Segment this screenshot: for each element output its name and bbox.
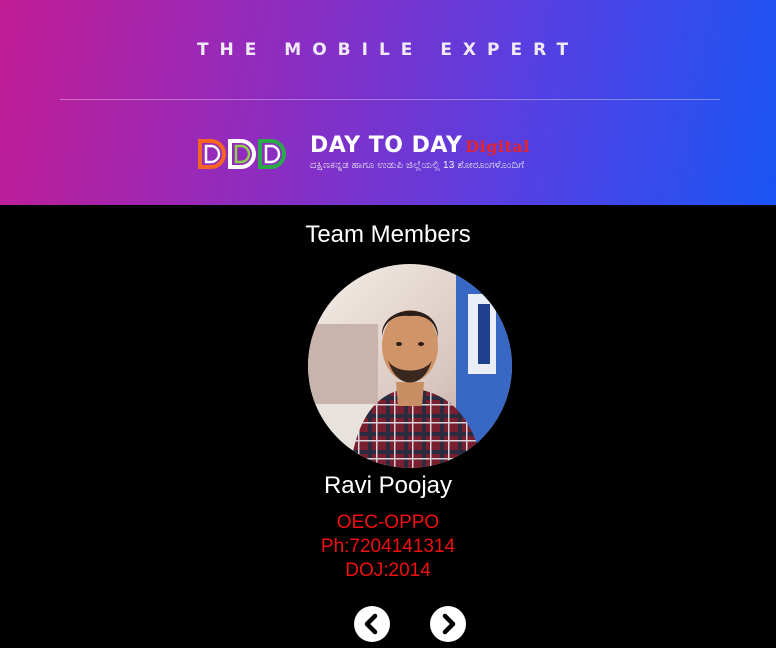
logo-mark-icon bbox=[198, 139, 286, 169]
tagline: THE MOBILE EXPERT bbox=[196, 40, 580, 60]
member-phone: Ph:7204141314 bbox=[320, 536, 456, 557]
member-photo bbox=[308, 264, 512, 468]
member-avatar bbox=[308, 264, 512, 468]
header-banner: THE MOBILE EXPERT DAY TO DAY Digital ದಕ್ಷ… bbox=[0, 0, 776, 205]
member-name: Ravi Poojay bbox=[323, 472, 453, 499]
member-doj: DOJ:2014 bbox=[345, 560, 431, 581]
logo-accent-text: Digital bbox=[465, 137, 530, 156]
next-button[interactable] bbox=[430, 606, 466, 642]
logo-title-text: DAY TO DAY bbox=[310, 133, 463, 158]
logo-title: DAY TO DAY Digital bbox=[310, 133, 530, 158]
chevron-left-icon bbox=[364, 613, 378, 635]
section-title: Team Members bbox=[305, 221, 471, 248]
logo-subtitle: ದಕ್ಷಿಣಕನ್ನಡ ಹಾಗೂ ಉಡುಪಿ ಜಿಲ್ಲೆಯಲ್ಲಿ 13 ಶೋ… bbox=[310, 160, 525, 171]
member-role: OEC-OPPO bbox=[336, 512, 440, 533]
brand-logo[interactable]: DAY TO DAY Digital ದಕ್ಷಿಣಕನ್ನಡ ಹಾಗೂ ಉಡುಪಿ… bbox=[197, 133, 627, 177]
header-divider bbox=[60, 99, 720, 100]
prev-button[interactable] bbox=[354, 606, 390, 642]
chevron-right-icon bbox=[442, 613, 456, 635]
